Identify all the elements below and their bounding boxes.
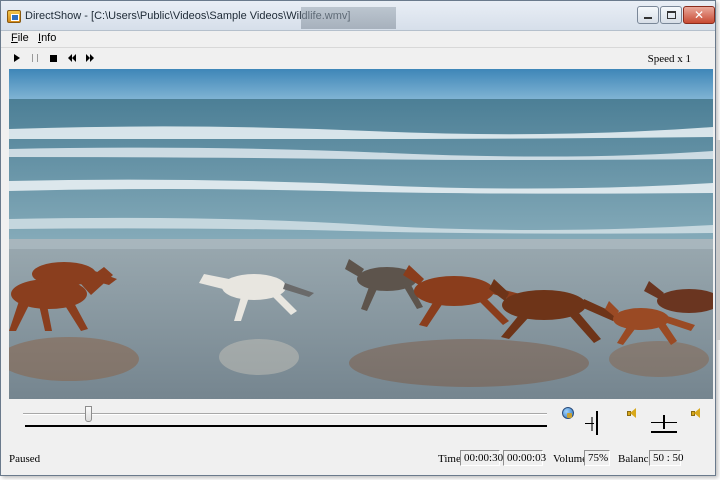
window-edge: [716, 140, 720, 340]
minimize-button[interactable]: [637, 6, 659, 24]
title-bar[interactable]: DirectShow - [C:\Users\Public\Videos\Sam…: [1, 1, 715, 31]
maximize-icon: [666, 11, 676, 19]
mute-speaker-icon[interactable]: [690, 407, 702, 420]
seek-thumb[interactable]: [84, 406, 92, 422]
menu-bar: File Info: [1, 31, 715, 48]
balance-slider[interactable]: [651, 411, 677, 435]
stop-icon: [49, 54, 57, 62]
maximize-button[interactable]: [660, 6, 682, 24]
time-label: Time: [438, 453, 461, 465]
balance-field: 50 : 50: [649, 450, 684, 466]
volume-slider[interactable]: [585, 411, 607, 435]
minimize-icon: [644, 17, 652, 19]
app-window: DirectShow - [C:\Users\Public\Videos\Sam…: [0, 0, 716, 476]
seek-baseline: [25, 425, 547, 427]
volume-field: 75%: [584, 450, 610, 466]
next-button[interactable]: [83, 51, 97, 65]
stop-button[interactable]: [46, 51, 60, 65]
menu-file[interactable]: File: [11, 32, 29, 44]
app-icon[interactable]: [7, 10, 21, 23]
next-icon: [86, 54, 94, 62]
speaker-icon[interactable]: [626, 407, 638, 420]
toolbar: Speed x 1: [1, 48, 715, 68]
play-icon: [14, 54, 20, 62]
speed-label: Speed x 1: [647, 53, 691, 65]
pause-icon: [32, 54, 38, 62]
volume-label: Volume: [553, 453, 588, 465]
playback-controls: [1, 401, 715, 449]
video-frame: [9, 69, 713, 399]
previous-button[interactable]: [65, 51, 79, 65]
previous-icon: [68, 54, 76, 62]
menu-info[interactable]: Info: [38, 32, 56, 44]
seek-track[interactable]: [23, 413, 547, 415]
status-bar: Paused Time 00:00:30 00:00:03 Volume 75%…: [1, 449, 715, 469]
duration-field: 00:00:03: [503, 450, 546, 466]
playback-state: Paused: [9, 453, 41, 465]
pause-button[interactable]: [28, 51, 42, 65]
play-button[interactable]: [10, 51, 24, 65]
close-icon: ✕: [693, 8, 705, 22]
title-overlay: [301, 7, 396, 29]
globe-icon[interactable]: [562, 407, 574, 419]
close-button[interactable]: ✕: [683, 6, 715, 24]
current-time-field: 00:00:30: [460, 450, 503, 466]
video-surface[interactable]: [9, 69, 713, 399]
